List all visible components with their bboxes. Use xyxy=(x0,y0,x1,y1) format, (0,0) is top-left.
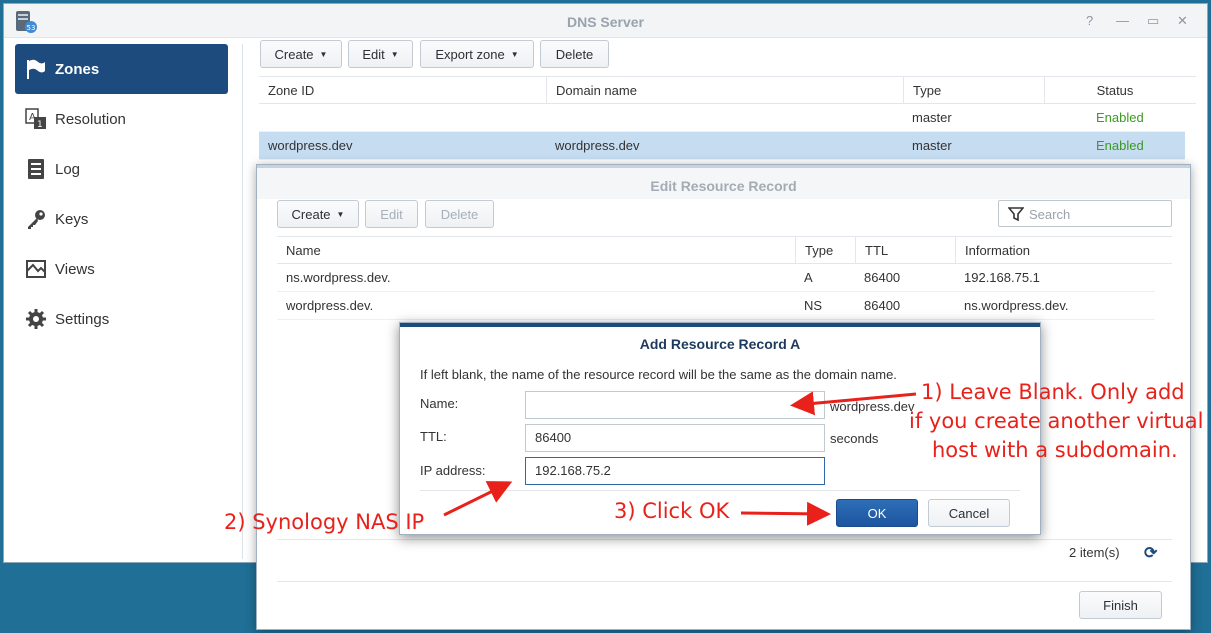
arrow-to-name-field xyxy=(790,391,917,416)
arrow-to-ip-field xyxy=(443,481,513,517)
annotation-arrows xyxy=(443,391,917,526)
arrow-to-ok-button xyxy=(740,501,831,526)
